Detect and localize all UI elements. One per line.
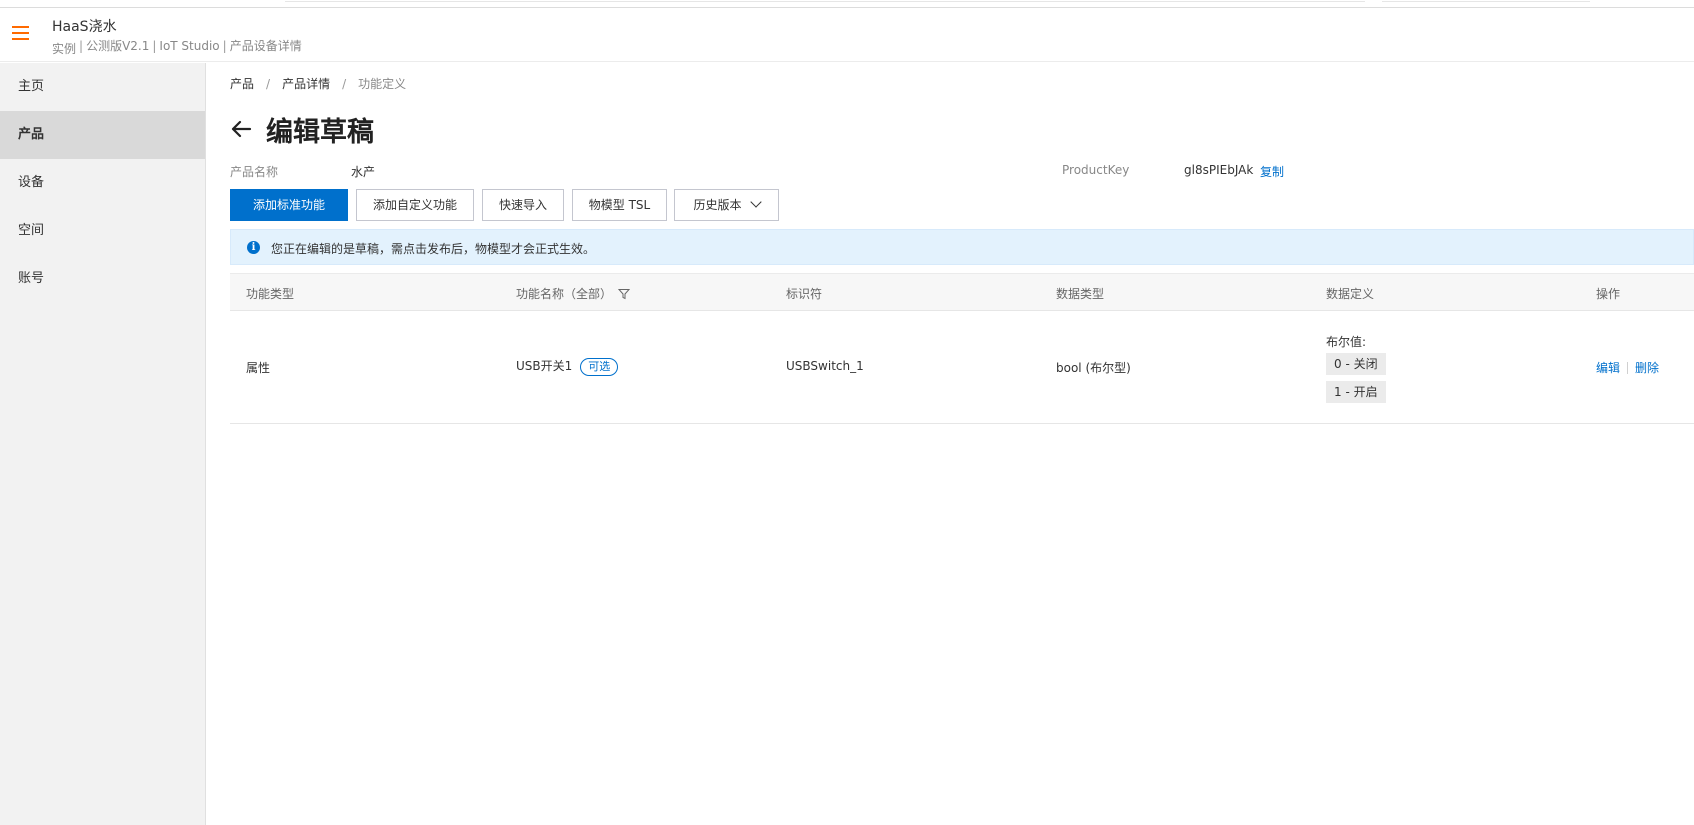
- subtitle-instance: 实例: [52, 42, 77, 56]
- col-function-type: 功能类型: [246, 287, 295, 301]
- subtitle-separator: |: [79, 39, 84, 53]
- copy-key-link[interactable]: 复制: [1260, 163, 1284, 180]
- col-data-definition: 数据定义: [1326, 287, 1375, 301]
- back-arrow-icon[interactable]: [230, 118, 252, 140]
- page-title: 编辑草稿: [266, 117, 374, 148]
- subtitle-studio: IoT Studio: [159, 39, 220, 53]
- filter-icon[interactable]: [618, 288, 631, 300]
- sidebar-item-account[interactable]: 账号: [0, 255, 205, 303]
- breadcrumb-separator: /: [342, 77, 347, 91]
- subtitle-separator: |: [222, 39, 227, 53]
- cell-identifier: USBSwitch_1: [786, 359, 864, 373]
- product-name-value: 水产: [351, 165, 376, 179]
- breadcrumb-product[interactable]: 产品: [230, 77, 254, 91]
- cell-actions: 编辑 删除: [1596, 359, 1659, 376]
- col-identifier: 标识符: [786, 287, 823, 301]
- info-icon: i: [247, 241, 260, 254]
- sidebar-item-home[interactable]: 主页: [0, 63, 205, 111]
- sidebar-item-device[interactable]: 设备: [0, 159, 205, 207]
- subtitle-version: 公测版V2.1: [86, 39, 150, 53]
- cell-data-definition: 布尔值: 0 - 关闭 1 - 开启: [1326, 333, 1526, 413]
- breadcrumb-separator: /: [266, 77, 271, 91]
- enum-value-chip: 1 - 开启: [1326, 381, 1386, 403]
- edit-link[interactable]: 编辑: [1596, 361, 1620, 375]
- tsl-model-button[interactable]: 物模型 TSL: [572, 189, 667, 221]
- history-version-dropdown[interactable]: 历史版本: [674, 189, 779, 221]
- sidebar-item-product[interactable]: 产品: [0, 111, 205, 159]
- notice-text: 您正在编辑的是草稿，需点击发布后，物模型才会正式生效。: [271, 242, 596, 256]
- optional-tag: 可选: [580, 358, 619, 376]
- quick-import-button[interactable]: 快速导入: [482, 189, 564, 221]
- product-key-label: ProductKey: [1062, 163, 1130, 177]
- sidebar: 主页 产品 设备 空间 账号: [0, 63, 206, 825]
- breadcrumb-current: 功能定义: [358, 77, 407, 91]
- action-divider: [1627, 362, 1629, 374]
- breadcrumb-product-detail[interactable]: 产品详情: [282, 77, 330, 91]
- app-subtitle: 实例 | 公测版V2.1 | IoT Studio | 产品设备详情: [52, 37, 302, 56]
- product-name-label: 产品名称: [230, 165, 279, 179]
- sidebar-item-space[interactable]: 空间: [0, 207, 205, 255]
- col-function-name-label: 功能名称（全部）: [516, 287, 613, 301]
- product-key-value: gl8sPIEbJAk: [1184, 163, 1254, 177]
- app-title: HaaS浇水: [52, 19, 117, 35]
- add-custom-function-button[interactable]: 添加自定义功能: [356, 189, 474, 221]
- top-strip-segment: [285, 0, 1365, 2]
- top-strip: [0, 0, 1694, 8]
- top-strip-segment: [1382, 0, 1590, 2]
- menu-icon[interactable]: [12, 26, 29, 42]
- function-name-text: USB开关1: [516, 359, 573, 373]
- enum-value-chip: 0 - 关闭: [1326, 353, 1386, 375]
- cell-function-name: USB开关1 可选: [516, 357, 619, 376]
- main-content: 产品 / 产品详情 / 功能定义 编辑草稿 产品名称 水产 ProductKey gl8…: [230, 63, 1694, 825]
- cell-data-type: bool (布尔型): [1056, 361, 1131, 375]
- subtitle-page: 产品设备详情: [229, 39, 302, 53]
- app-header: HaaS浇水 实例 | 公测版V2.1 | IoT Studio | 产品设备详情: [0, 8, 1694, 62]
- cell-function-type: 属性: [246, 361, 271, 375]
- breadcrumb: 产品 / 产品详情 / 功能定义: [230, 75, 406, 92]
- function-table: 功能类型 功能名称（全部） 标识符 数据类型 数据定义 操作 属性 USB开关1…: [230, 273, 1694, 424]
- product-meta: 产品名称 水产 ProductKey gl8sPIEbJAk 复制: [230, 163, 1694, 179]
- chevron-down-icon: [749, 196, 762, 208]
- subtitle-separator: |: [152, 39, 157, 53]
- add-standard-function-button[interactable]: 添加标准功能: [230, 189, 348, 221]
- col-function-name: 功能名称（全部）: [516, 285, 631, 302]
- col-actions: 操作: [1596, 287, 1621, 301]
- definition-title: 布尔值:: [1326, 335, 1367, 349]
- draft-notice: i 您正在编辑的是草稿，需点击发布后，物模型才会正式生效。: [230, 229, 1694, 265]
- table-row: 属性 USB开关1 可选 USBSwitch_1 bool (布尔型) 布尔值: …: [230, 311, 1694, 424]
- history-version-label: 历史版本: [693, 198, 742, 212]
- table-header: 功能类型 功能名称（全部） 标识符 数据类型 数据定义 操作: [230, 273, 1694, 311]
- delete-link[interactable]: 删除: [1635, 361, 1659, 375]
- col-data-type: 数据类型: [1056, 287, 1105, 301]
